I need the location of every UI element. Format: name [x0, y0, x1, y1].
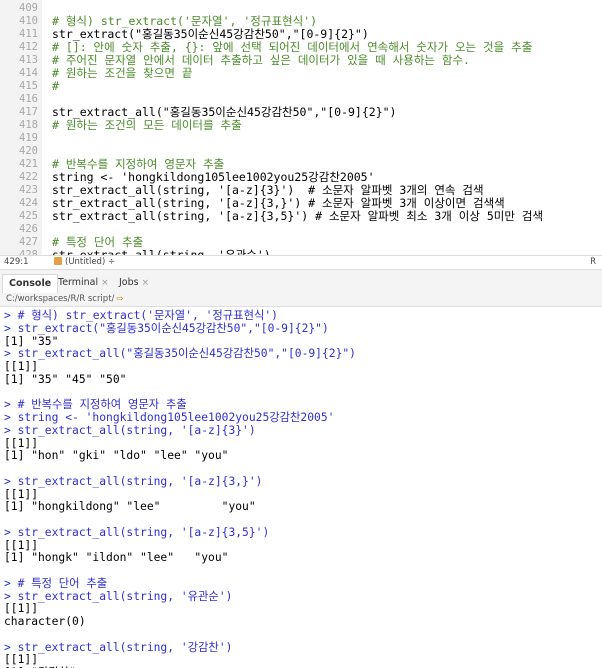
close-icon[interactable]: ×: [101, 278, 109, 288]
console-output-line: character(0): [4, 615, 86, 628]
tab-jobs-label: Jobs: [119, 277, 139, 288]
code-text: # 원하는 조건을 찾으면 끝: [52, 66, 193, 80]
scope-selector[interactable]: (Untitled) ÷: [54, 256, 115, 269]
line-number: 416: [19, 93, 38, 105]
console-input-line: > str_extract("홍길동35이순신45강감찬50","[0-9]{2…: [4, 321, 329, 335]
tab-jobs[interactable]: Jobs ×: [113, 274, 155, 292]
line-number: 414: [19, 67, 38, 79]
close-icon[interactable]: ×: [142, 278, 150, 288]
tab-terminal[interactable]: Terminal ×: [52, 274, 115, 292]
line-number: 427: [19, 236, 38, 248]
tab-console[interactable]: Console: [2, 274, 59, 293]
console-output-line: [[1]]: [4, 360, 39, 373]
editor-line[interactable]: 419: [0, 132, 602, 145]
working-directory-text: C:/workspaces/R/R script/: [6, 294, 115, 304]
console-input-line: > # 형식) str_extract('문자열', '정규표현식'): [4, 309, 278, 322]
source-editor[interactable]: 409 410 # 형식) str_extract('문자열', '정규표현식') 4…: [0, 0, 602, 255]
line-number: 411: [19, 28, 38, 40]
line-number: 426: [19, 223, 38, 235]
cursor-position: 429:1: [4, 257, 29, 267]
line-number: 413: [19, 54, 38, 66]
editor-line[interactable]: 415 #: [0, 80, 602, 93]
line-number: 417: [19, 106, 38, 118]
line-number: 412: [19, 41, 38, 53]
line-number: 410: [19, 15, 38, 27]
editor-line[interactable]: 425 str_extract_all(string, '[a-z]{3,5}')…: [0, 210, 602, 223]
editor-status-bar: 429:1 (Untitled) ÷ R: [0, 255, 602, 270]
editor-line[interactable]: 414 # 원하는 조건을 찾으면 끝: [0, 67, 602, 80]
console-input-line: > str_extract_all(string, '[a-z]{3,5}'): [4, 525, 270, 539]
console-input-line: > str_extract_all("홍길동35이순신45강감찬50","[0-…: [4, 347, 356, 361]
console-pane-header: Console Terminal × Jobs × C:/workspaces/R/…: [0, 270, 602, 307]
tab-console-label: Console: [9, 278, 52, 289]
line-number: 424: [19, 197, 38, 209]
console-output-line: [1] "hongkildong" "lee" "you": [4, 500, 256, 514]
code-text: # 원하는 조건의 모든 데이터를 추출: [52, 118, 242, 132]
console-input-line: > str_extract_all(string, '강감찬'): [4, 640, 233, 654]
line-number: 425: [19, 210, 38, 222]
line-number: 419: [19, 132, 38, 144]
line-number: 415: [19, 80, 38, 92]
line-number: 423: [19, 184, 38, 196]
console-output-line: [1] "35" "45" "50": [4, 372, 127, 386]
console-output-line: [1] "hongk" "ildon" "lee" "you": [4, 551, 229, 565]
go-to-directory-icon[interactable]: ⇨: [116, 294, 123, 304]
console-input-line: > string <- 'hongkildong105lee1002you25강…: [4, 411, 335, 424]
line-number: 421: [19, 158, 38, 170]
console-input-line: > # 특정 단어 추출: [4, 576, 108, 590]
file-type-label[interactable]: R: [590, 256, 596, 269]
line-number: 422: [19, 171, 38, 183]
line-number: 409: [19, 2, 38, 14]
tab-terminal-label: Terminal: [58, 277, 99, 288]
code-text: #: [52, 79, 59, 93]
working-directory-path: C:/workspaces/R/R script/⇨: [6, 293, 124, 305]
scope-icon: [54, 257, 62, 265]
console-output[interactable]: > # 형식) str_extract('문자열', '정규표현식') > str…: [0, 307, 602, 668]
line-number: 420: [19, 145, 38, 157]
line-number: 418: [19, 119, 38, 131]
editor-line[interactable]: 418 # 원하는 조건의 모든 데이터를 추출: [0, 119, 602, 132]
code-text: str_extract_all(string, '[a-z]{3,5}') # …: [52, 209, 544, 223]
console-output-line: [1] "hon" "gki" "ldo" "lee" "you": [4, 449, 229, 463]
console-input-line: > str_extract_all(string, '유관순'): [4, 589, 233, 603]
scope-label: (Untitled) ÷: [65, 257, 116, 267]
console-input-line: > str_extract_all(string, '[a-z]{3,}'): [4, 474, 263, 488]
console-input-line: > str_extract_all(string, '[a-z]{3}'): [4, 423, 256, 437]
